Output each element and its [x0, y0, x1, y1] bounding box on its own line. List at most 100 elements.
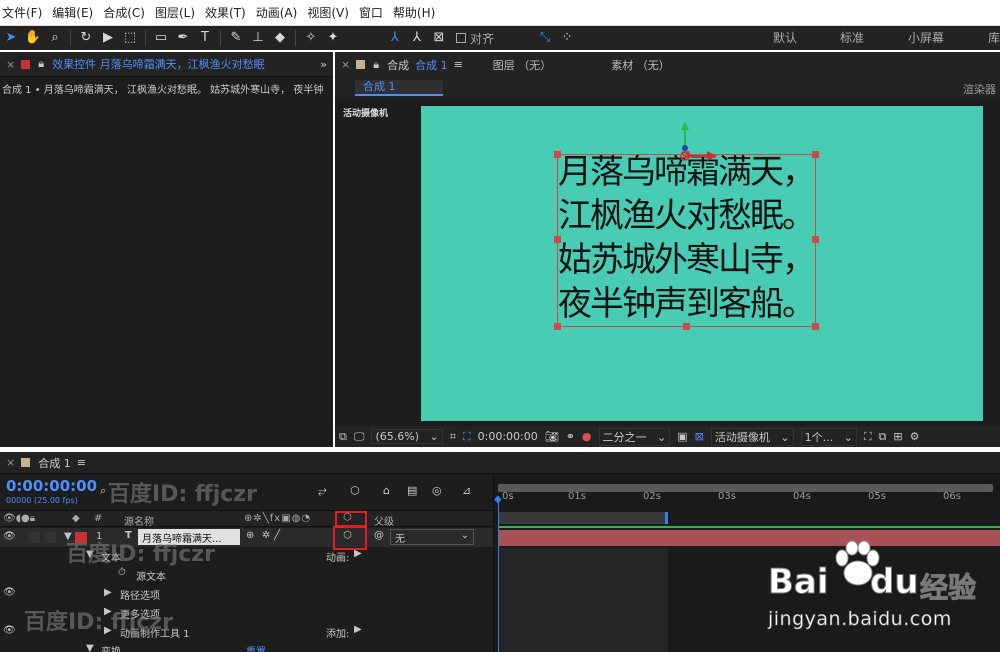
expand-triangle-icon[interactable]: ▶	[104, 587, 112, 598]
monitor-icon[interactable]: 🖵︎	[354, 430, 365, 444]
animate-button-icon[interactable]: ▶	[354, 548, 362, 559]
motion-blur-icon[interactable]: ◎	[432, 484, 442, 497]
collapse-switch-icon[interactable]: ✲	[262, 530, 270, 541]
footage-tab[interactable]: 素材 （无）	[611, 57, 670, 73]
transform-handle[interactable]	[683, 323, 690, 330]
parent-dropdown[interactable]: 无 ⌄	[390, 529, 474, 545]
frame-blending-icon[interactable]: ▤	[407, 484, 417, 497]
snap-feather-icon[interactable]: ⤡	[534, 26, 556, 50]
solo-icon[interactable]	[28, 532, 40, 543]
menu-animation[interactable]: 动画(A)	[256, 4, 298, 21]
transform-handle[interactable]	[554, 151, 561, 158]
selection-tool-icon[interactable]: ➤	[0, 26, 22, 50]
clone-stamp-tool-icon[interactable]: ⊥	[247, 26, 269, 50]
source-name-header[interactable]: 源名称	[124, 513, 154, 528]
world-axis-icon[interactable]: ⅄	[406, 26, 428, 50]
comp-mini-flowchart-icon[interactable]: ⥂	[318, 484, 327, 498]
roto-brush-tool-icon[interactable]: ✧	[300, 26, 322, 50]
renderer-label[interactable]: 渲染器	[963, 81, 996, 97]
menu-view[interactable]: 视图(V)	[307, 4, 349, 21]
transform-handle[interactable]	[554, 236, 561, 243]
snap-toggle[interactable]: 对齐	[456, 30, 494, 47]
workspace-library[interactable]: 库	[988, 26, 1000, 50]
pan-behind-tool-icon[interactable]: ⬚	[119, 26, 141, 50]
transform-handle[interactable]	[812, 151, 819, 158]
lock-icon[interactable]: 🔒︎	[373, 58, 379, 72]
hand-tool-icon[interactable]: ✋	[22, 26, 44, 50]
camera-tool-icon[interactable]: ▶	[97, 26, 119, 50]
draft-3d-icon[interactable]: ⬡	[350, 484, 360, 497]
toggle-pixel-aspect-icon[interactable]: ⛶	[864, 430, 872, 444]
playhead[interactable]	[498, 496, 499, 652]
list-item[interactable]: 👁︎ ▶ 路径选项	[0, 585, 493, 604]
current-time[interactable]: 0:00:00:00	[478, 430, 538, 443]
camera-dropdown[interactable]: 活动摄像机 ⌄	[710, 427, 794, 446]
comp-nav-button[interactable]: 合成 1	[355, 80, 443, 96]
3d-axis-gizmo-icon[interactable]	[671, 120, 721, 166]
effect-controls-tab[interactable]: × 🔒︎ 效果控件 月落乌啼霜满天，江枫渔火对愁眠 »	[0, 52, 333, 77]
menu-window[interactable]: 窗口	[359, 4, 383, 21]
puppet-tool-icon[interactable]: ✦	[322, 26, 344, 50]
expand-triangle-icon[interactable]: ▼	[86, 643, 94, 652]
workspace-small-screen[interactable]: 小屏幕	[908, 26, 944, 50]
local-axis-icon[interactable]: ⅄	[384, 26, 406, 50]
text-tool-icon[interactable]: T	[194, 26, 216, 50]
show-snapshot-icon[interactable]: ⚭	[566, 430, 575, 443]
close-icon[interactable]: ×	[341, 58, 350, 71]
menu-file[interactable]: 文件(F)	[2, 4, 42, 21]
quality-switch-icon[interactable]: ╱	[274, 530, 280, 541]
zoom-dropdown[interactable]: (65.6%) ⌄	[371, 429, 443, 444]
color-channels-icon[interactable]: ●	[582, 430, 592, 443]
menu-effect[interactable]: 效果(T)	[205, 4, 246, 21]
timeline-tab-name[interactable]: 合成 1	[38, 455, 71, 471]
transparency-grid-icon[interactable]: ▣	[677, 430, 687, 443]
pen-tool-icon[interactable]: ✒	[172, 26, 194, 50]
menu-layer[interactable]: 图层(L)	[155, 4, 195, 21]
workspace-default[interactable]: 默认	[773, 26, 797, 50]
visibility-icon[interactable]: 👁︎	[3, 531, 16, 542]
add-button-icon[interactable]: ▶	[354, 624, 362, 635]
parent-header[interactable]: 父级	[374, 513, 394, 528]
zoom-tool-icon[interactable]: ⌕	[44, 26, 66, 50]
menu-help[interactable]: 帮助(H)	[393, 4, 435, 21]
transform-handle[interactable]	[554, 323, 561, 330]
lock-switch-icon[interactable]	[44, 532, 56, 543]
close-icon[interactable]: ×	[6, 456, 15, 469]
pick-whip-icon[interactable]: @	[374, 530, 384, 541]
list-item[interactable]: ▼ 变换 重置	[0, 642, 493, 652]
rotate-tool-icon[interactable]: ↻	[75, 26, 97, 50]
workspace-standard[interactable]: 标准	[840, 26, 864, 50]
flowchart-icon[interactable]: ⊞	[893, 430, 902, 443]
visibility-icon[interactable]: 👁︎	[3, 587, 16, 598]
snapshot-region-icon[interactable]: ⧉	[339, 430, 347, 444]
playhead-handle-icon[interactable]: ◆	[494, 494, 502, 505]
transform-handle[interactable]	[812, 323, 819, 330]
views-dropdown[interactable]: 1个... ⌄	[800, 427, 857, 446]
menu-edit[interactable]: 编辑(E)	[52, 4, 93, 21]
view-axis-icon[interactable]: ⊠	[428, 26, 450, 50]
transform-handle[interactable]	[812, 236, 819, 243]
list-item[interactable]: ⏱︎ 源文本	[0, 566, 493, 585]
region-of-interest-icon[interactable]: ⛶	[463, 430, 471, 444]
shy-layers-icon[interactable]: ⌂	[383, 484, 390, 497]
graph-editor-icon[interactable]: ⊿	[462, 484, 471, 497]
tab-menu-icon[interactable]: ≡	[77, 456, 86, 469]
resolution-dropdown[interactable]: 二分之一 ⌄	[598, 427, 671, 446]
rectangle-tool-icon[interactable]: ▭	[150, 26, 172, 50]
snap-points-icon[interactable]: ⁘	[556, 26, 578, 50]
grid-icon[interactable]: ⌗	[450, 430, 456, 444]
close-icon[interactable]: ×	[6, 58, 15, 71]
shy-switch-icon[interactable]: ⊕	[246, 530, 254, 541]
stopwatch-icon[interactable]: ⏱︎	[118, 567, 126, 578]
lock-icon[interactable]: 🔒︎	[38, 57, 44, 71]
reset-link[interactable]: 重置	[246, 643, 266, 652]
menu-composition[interactable]: 合成(C)	[103, 4, 145, 21]
timecode-display[interactable]: 0:00:00:00	[6, 477, 97, 495]
timeline-toggle-icon[interactable]: ⧉	[879, 430, 887, 444]
tab-menu-icon[interactable]: ≡	[454, 58, 463, 71]
layer-tab[interactable]: 图层 （无）	[493, 57, 552, 73]
eraser-tool-icon[interactable]: ◆	[269, 26, 291, 50]
panel-overflow-icon[interactable]: »	[320, 58, 327, 71]
visibility-icon[interactable]: 👁︎	[3, 625, 16, 636]
brush-tool-icon[interactable]: ✎	[225, 26, 247, 50]
